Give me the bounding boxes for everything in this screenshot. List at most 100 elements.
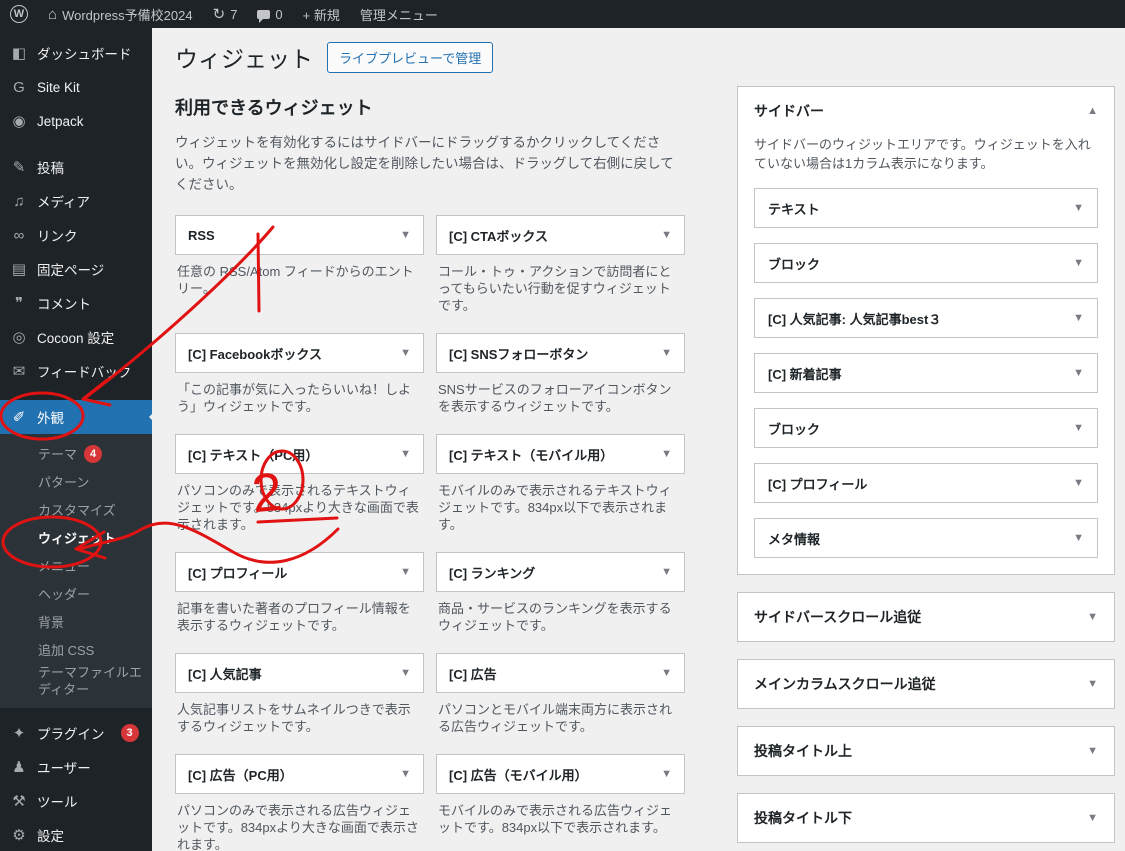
posts-icon: ✎ [12,159,26,176]
chevron-down-icon: ▼ [1073,312,1084,324]
widget-title: [C] CTAボックス [449,228,549,244]
chevron-down-icon: ▼ [661,566,672,578]
widget-card-ad-pc[interactable]: [C] 広告（PC用） ▼ [175,754,424,794]
wordpress-logo-menu[interactable]: W [0,0,38,28]
widget-card-text-pc[interactable]: [C] テキスト（PC用） ▼ [175,434,424,474]
sidebar-item-posts[interactable]: ✎ 投稿 [0,150,152,184]
menu-separator [0,388,152,400]
sidebar-item-appearance[interactable]: ✐ 外観 [0,400,152,434]
widget-card-profile[interactable]: [C] プロフィール ▼ [175,552,424,592]
sidebar-item-site-kit[interactable]: G Site Kit [0,70,152,104]
available-widget-profile: [C] プロフィール ▼ 記事を書いた著者のプロフィール情報を表示するウィジェッ… [175,552,424,653]
available-widget-rss: RSS ▼ 任意の RSS/Atom フィードからのエントリー。 [175,215,424,333]
widget-card-rss[interactable]: RSS ▼ [175,215,424,255]
chevron-down-icon: ▼ [1087,745,1098,757]
widget-card-ad-mobile[interactable]: [C] 広告（モバイル用） ▼ [436,754,685,794]
available-widgets-panel: 利用できるウィジェット ウィジェットを有効化するにはサイドバーにドラッグするかク… [175,86,685,851]
area-widget-title: メタ情報 [768,531,821,547]
chevron-down-icon: ▼ [1087,611,1098,623]
area-widget-profile[interactable]: [C] プロフィール ▼ [754,463,1098,503]
sidebar-item-label: 投稿 [37,161,64,176]
chevron-up-icon: ▲ [1087,105,1098,117]
widget-area-sidebar-header[interactable]: サイドバー ▲ [738,87,1114,135]
subitem-label: 背景 [38,614,65,630]
subitem-label: メニュー [38,558,91,574]
widget-area-header[interactable]: 投稿タイトル上 ▼ [738,727,1114,775]
plugins-icon: ✦ [12,725,26,742]
widget-area-title: メインカラムスクロール追従 [754,676,936,692]
live-preview-button[interactable]: ライブプレビューで管理 [327,41,494,73]
site-name-menu[interactable]: ⌂ Wordpress予備校2024 [38,0,203,28]
area-widget-meta[interactable]: メタ情報 ▼ [754,518,1098,558]
sidebar-subitem-menus[interactable]: メニュー [0,552,152,580]
sidebar-subitem-theme-file-editor[interactable]: テーマファイルエディター [0,664,152,698]
sidebar-item-comments[interactable]: ❞ コメント [0,286,152,320]
chevron-down-icon: ▼ [661,667,672,679]
sidebar-subitem-widgets[interactable]: ウィジェット [0,524,152,552]
area-widget-text[interactable]: テキスト ▼ [754,188,1098,228]
admin-menu-item[interactable]: 管理メニュー [350,0,448,28]
area-widget-block-2[interactable]: ブロック ▼ [754,408,1098,448]
available-widget-popular-posts: [C] 人気記事 ▼ 人気記事リストをサムネイルつきで表示するウィジェットです。 [175,653,424,754]
widget-card-popular-posts[interactable]: [C] 人気記事 ▼ [175,653,424,693]
widget-card-facebook-box[interactable]: [C] Facebookボックス ▼ [175,333,424,373]
sidebar-item-plugins[interactable]: ✦ プラグイン 3 [0,716,152,750]
sidebar-subitem-customize[interactable]: カスタマイズ [0,496,152,524]
sidebar-item-tools[interactable]: ⚒ ツール [0,784,152,818]
widget-area-header[interactable]: メインカラムスクロール追従 ▼ [738,660,1114,708]
sidebar-item-media[interactable]: ♫ メディア [0,184,152,218]
chevron-down-icon: ▼ [661,768,672,780]
widget-area-header[interactable]: 投稿タイトル下 ▼ [738,794,1114,842]
widget-area-main-scroll: メインカラムスクロール追従 ▼ [737,659,1115,709]
sidebar-subitem-background[interactable]: 背景 [0,608,152,636]
widget-area-title: サイドバー [754,103,824,119]
page-title: ウィジェット [175,46,313,72]
pages-icon: ▤ [11,261,27,278]
sidebar-item-label: Cocoon 設定 [37,331,115,346]
widget-title: [C] SNSフォローボタン [449,346,589,362]
sidebar-item-label: Jetpack [37,113,84,129]
widget-title: [C] 広告（モバイル用） [449,767,588,783]
widget-area-header[interactable]: サイドバースクロール追従 ▼ [738,593,1114,641]
widget-title: [C] 人気記事 [188,666,262,682]
updates-count: 7 [230,6,238,22]
available-widgets-description: ウィジェットを有効化するにはサイドバーにドラッグするかクリックしてください。ウィ… [175,135,674,192]
cocoon-icon: ◎ [12,329,26,346]
new-content-menu[interactable]: + 新規 [293,0,350,28]
widget-card-text-mobile[interactable]: [C] テキスト（モバイル用） ▼ [436,434,685,474]
subitem-label: ヘッダー [38,586,91,602]
sidebar-item-feedback[interactable]: ✉ フィードバック [0,354,152,388]
comment-bubble-icon [257,10,271,23]
sidebar-item-dashboard[interactable]: ◧ ダッシュボード [0,36,152,70]
wordpress-admin-widgets-page: W ⌂ Wordpress予備校2024 ↻ 7 0 + 新規 管理メニュー ◧… [0,0,1125,851]
area-widget-popular-posts[interactable]: [C] 人気記事: 人気記事best３ ▼ [754,298,1098,338]
sidebar-item-cocoon-settings[interactable]: ◎ Cocoon 設定 [0,320,152,354]
sidebar-subitem-header[interactable]: ヘッダー [0,580,152,608]
area-widget-block-1[interactable]: ブロック ▼ [754,243,1098,283]
sidebar-subitem-additional-css[interactable]: 追加 CSS [0,636,152,664]
chevron-down-icon: ▼ [400,667,411,679]
updates-icon: ↻ [212,5,226,23]
widget-description: SNSサービスのフォローアイコンボタンを表示するウィジェットです。 [438,382,672,414]
sidebar-item-label: メディア [37,195,91,210]
widget-card-ad[interactable]: [C] 広告 ▼ [436,653,685,693]
chevron-down-icon: ▼ [661,448,672,460]
comments-menu[interactable]: 0 [247,0,292,28]
sidebar-item-settings[interactable]: ⚙ 設定 [0,818,152,851]
widget-card-sns-follow[interactable]: [C] SNSフォローボタン ▼ [436,333,685,373]
updates-menu[interactable]: ↻ 7 [203,0,248,28]
sidebar-item-users[interactable]: ♟ ユーザー [0,750,152,784]
sidebar-item-label: リンク [37,229,78,244]
sidebar-item-jetpack[interactable]: ◉ Jetpack [0,104,152,138]
sidebar-subitem-themes[interactable]: テーマ 4 [0,440,152,468]
widget-card-ranking[interactable]: [C] ランキング ▼ [436,552,685,592]
sidebar-item-pages[interactable]: ▤ 固定ページ [0,252,152,286]
widget-card-cta-box[interactable]: [C] CTAボックス ▼ [436,215,685,255]
sidebar-item-label: 固定ページ [37,263,105,278]
widget-title: [C] 広告 [449,666,497,682]
widget-description: 「この記事が気に入ったらいいね！しよう」ウィジェットです。 [177,382,412,414]
main-content: ウィジェット ライブプレビューで管理 利用できるウィジェット ウィジェットを有効… [152,28,1125,851]
sidebar-subitem-patterns[interactable]: パターン [0,468,152,496]
area-widget-new-posts[interactable]: [C] 新着記事 ▼ [754,353,1098,393]
sidebar-item-links[interactable]: ∞ リンク [0,218,152,252]
